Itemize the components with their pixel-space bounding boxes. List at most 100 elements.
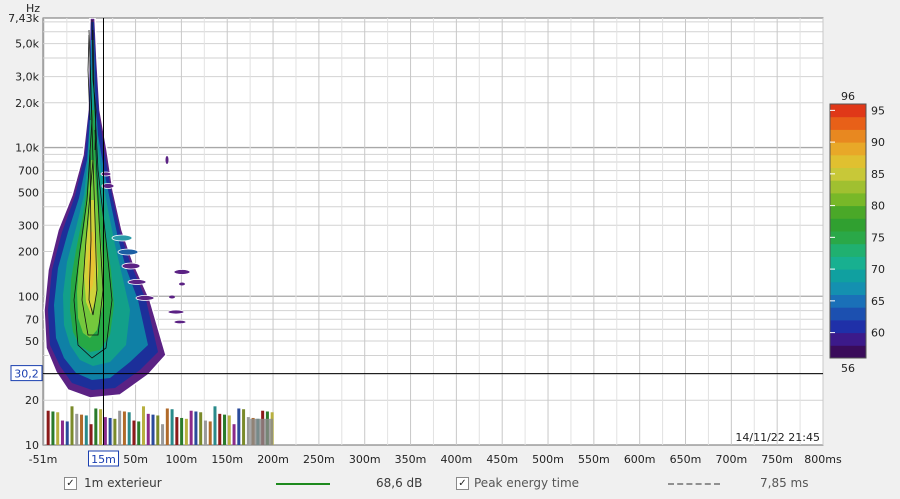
colorbar: 96 56 95 90 85 80 75 70 65 60 (829, 90, 885, 375)
y-tick-label: 700 (18, 165, 39, 178)
series1-name: 1m exterieur (84, 476, 162, 490)
x-tick-label: 250m (303, 453, 335, 466)
series2-value: 7,85 ms (760, 476, 809, 490)
colorbar-band (830, 129, 866, 143)
x-tick-label: -51m (29, 453, 58, 466)
low-freq-bar (170, 409, 174, 445)
low-freq-bar (122, 411, 126, 445)
x-tick-label: 350m (395, 453, 427, 466)
y-tick-label: 5,0k (15, 38, 39, 51)
low-freq-bar (227, 415, 231, 445)
x-tick-label: 200m (257, 453, 289, 466)
low-freq-bar (237, 408, 241, 445)
colorbar-band (830, 180, 866, 194)
low-freq-bar (132, 420, 136, 445)
low-freq-bar (75, 413, 79, 445)
series1-swatch (276, 483, 330, 485)
low-freq-bar (161, 424, 165, 445)
colorbar-tick-label: 85 (871, 168, 885, 181)
colorbar-band (830, 243, 866, 257)
low-freq-bar (151, 414, 155, 445)
cursor-freq-label: 30,2 (14, 368, 39, 381)
low-freq-bar (70, 406, 74, 445)
low-freq-bar (223, 414, 227, 445)
low-freq-bar (165, 408, 169, 445)
colorbar-band (830, 218, 866, 232)
cursor-time-label: 15m (91, 453, 116, 466)
low-freq-bar (184, 418, 188, 445)
colorbar-tick-label: 90 (871, 136, 885, 149)
x-tick-label: 600m (624, 453, 656, 466)
colorbar-tick-label: 65 (871, 295, 885, 308)
colorbar-band (830, 154, 866, 168)
x-tick-label: 150m (211, 453, 243, 466)
x-tick-label: 800ms (804, 453, 842, 466)
colorbar-band (830, 142, 866, 156)
colorbar-band (830, 116, 866, 130)
y-tick-label: 10 (25, 439, 39, 452)
colorbar-band (830, 192, 866, 207)
low-freq-bar (56, 412, 60, 445)
legend-bar: ✓ 1m exterieur 68,6 dB ✓ Peak energy tim… (60, 474, 840, 496)
colorbar-tick-label: 70 (871, 263, 885, 276)
colorbar-tick-label: 95 (871, 104, 885, 117)
low-freq-bar (208, 421, 212, 445)
x-tick-label: 550m (578, 453, 610, 466)
low-freq-bar (141, 406, 145, 445)
colorbar-band (830, 319, 866, 334)
colorbar-band (830, 256, 866, 270)
y-axis: Hz7,43k5,0k3,0k2,0k1,0k70050030020010070… (8, 2, 43, 452)
low-freq-bar (232, 424, 236, 445)
x-tick-label: 300m (349, 453, 381, 466)
low-freq-bar (203, 420, 207, 445)
x-tick-label: 50m (123, 453, 148, 466)
low-freq-bar (103, 417, 107, 445)
low-freq-bar (46, 410, 50, 445)
low-freq-bar (60, 420, 64, 445)
x-tick-label: 100m (166, 453, 198, 466)
colorbar-band (830, 281, 866, 295)
spectrogram-svg: Hz7,43k5,0k3,0k2,0k1,0k70050030020010070… (8, 2, 885, 467)
low-freq-bar (250, 418, 274, 445)
colorbar-tick-label: 60 (871, 327, 885, 340)
colorbar-band (830, 231, 866, 245)
colorbar-band (830, 205, 866, 219)
timestamp: 14/11/22 21:45 (735, 431, 820, 444)
spectrogram-plot[interactable]: Hz 7,43k 5,0k 3,0k 2,0k 1,0k 700 500 300 200 100 70… (0, 0, 900, 499)
y-tick-label: 1,0k (15, 142, 39, 155)
low-freq-bar (189, 410, 193, 445)
y-tick-label: 7,43k (8, 12, 39, 25)
low-freq-bar (65, 421, 69, 445)
low-freq-bar (199, 412, 203, 445)
colorbar-tick-label: 80 (871, 200, 885, 213)
series1-value: 68,6 dB (376, 476, 423, 490)
low-freq-bar (242, 409, 246, 445)
y-tick-label: 20 (25, 394, 39, 407)
colorbar-band (830, 307, 866, 321)
colorbar-band (830, 269, 866, 283)
low-freq-bar (113, 418, 117, 445)
colorbar-tick-label: 75 (871, 231, 885, 244)
low-freq-bar (175, 417, 179, 445)
series2-swatch (668, 483, 720, 485)
low-freq-bar (137, 421, 141, 445)
series2-checkbox[interactable]: ✓ (456, 477, 469, 490)
low-freq-bar (80, 414, 84, 445)
colorbar-band (830, 104, 866, 118)
y-tick-label: 300 (18, 219, 39, 232)
colorbar-band (830, 345, 866, 359)
colorbar-max-label: 96 (841, 90, 855, 103)
low-freq-bar (89, 424, 93, 445)
x-axis: -51m 15m 50m 100m 150m 200m 250m 300m 350m 400m 45… (29, 450, 842, 467)
y-tick-label: 100 (18, 290, 39, 303)
colorbar-min-label: 56 (841, 362, 855, 375)
series1-checkbox[interactable]: ✓ (64, 477, 77, 490)
colorbar-band (830, 294, 866, 308)
x-tick-label: 700m (715, 453, 747, 466)
low-freq-bar (246, 417, 250, 445)
x-tick-label: 650m (670, 453, 702, 466)
low-freq-bar (51, 411, 55, 445)
low-freq-bar (108, 417, 112, 445)
x-tick-label: 500m (532, 453, 564, 466)
y-tick-label: 50 (25, 335, 39, 348)
